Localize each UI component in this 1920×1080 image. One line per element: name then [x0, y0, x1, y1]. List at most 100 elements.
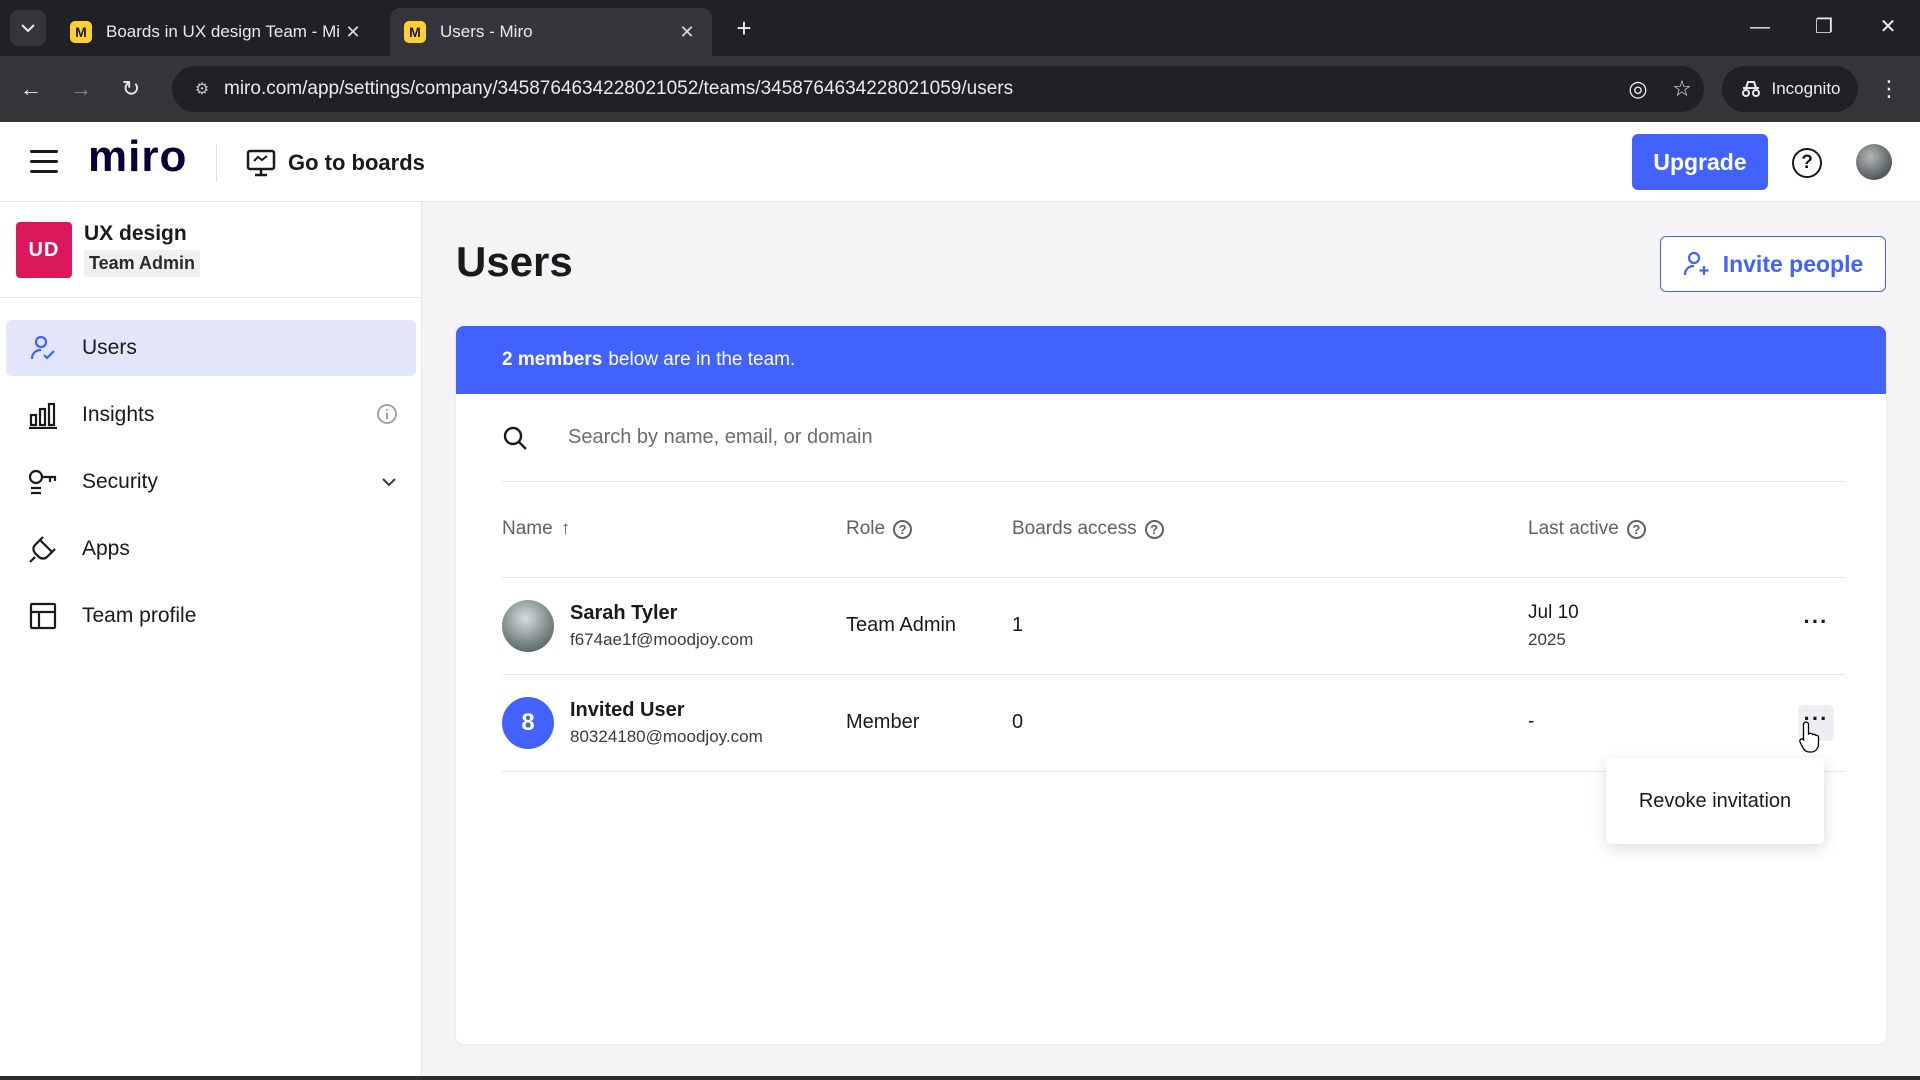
search-input[interactable]: [568, 426, 1468, 449]
header-divider: [216, 144, 217, 182]
sidebar: UD UX design Team Admin Users Insights S…: [0, 202, 422, 1080]
forward-arrow-icon[interactable]: →: [64, 72, 98, 106]
back-arrow-icon[interactable]: ←: [14, 72, 48, 106]
help-icon[interactable]: ?: [893, 519, 913, 539]
tab-title: Boards in UX design Team - Mi: [106, 22, 341, 41]
new-tab-icon[interactable]: +: [730, 14, 758, 42]
browser-tab-users[interactable]: M Users - Miro ✕: [390, 8, 712, 56]
user-name: Invited User: [570, 699, 685, 721]
window-close-icon[interactable]: ✕: [1868, 12, 1908, 42]
app-header: miro Go to boards Upgrade ?: [0, 122, 1920, 202]
help-icon[interactable]: ?: [1626, 519, 1646, 539]
avatar: 8: [502, 697, 554, 749]
minimize-icon[interactable]: —: [1740, 12, 1780, 42]
user-email: 80324180@moodjoy.com: [570, 727, 763, 746]
sidebar-item-label: Users: [82, 336, 137, 359]
user-name: Sarah Tyler: [570, 602, 678, 624]
avatar[interactable]: [1856, 144, 1892, 180]
page-title: Users: [456, 238, 573, 285]
sort-arrow-icon: ↑: [560, 518, 571, 539]
members-banner: 2 members below are in the team.: [456, 326, 1886, 394]
sidebar-item-team-profile[interactable]: Team profile: [6, 588, 416, 644]
team-role-badge: Team Admin: [84, 250, 201, 277]
members-banner-text: below are in the team.: [608, 349, 796, 370]
last-active-year: 2025: [1528, 630, 1566, 649]
search-row: [502, 394, 1844, 482]
plug-icon: [28, 534, 58, 564]
user-icon: [28, 333, 58, 363]
user-email: f674ae1f@moodjoy.com: [570, 630, 754, 649]
sidebar-item-label: Insights: [82, 403, 155, 426]
revoke-invitation-menu-item[interactable]: Revoke invitation: [1639, 790, 1791, 813]
sidebar-item-label: Apps: [82, 537, 130, 560]
boards-access-count: 1: [1012, 614, 1024, 636]
users-card: 2 members below are in the team. Name ↑ …: [456, 326, 1886, 1044]
sidebar-item-users[interactable]: Users: [6, 320, 416, 376]
incognito-icon: [1741, 81, 1760, 97]
last-active-date: -: [1528, 711, 1535, 732]
team-name: UX design: [84, 222, 187, 245]
info-icon[interactable]: [376, 403, 398, 431]
avatar: [502, 600, 554, 652]
column-label: Boards access: [1012, 518, 1137, 539]
upgrade-button[interactable]: Upgrade: [1632, 134, 1768, 190]
column-header-name[interactable]: Name ↑: [502, 518, 570, 540]
user-role[interactable]: Team Admin: [846, 614, 956, 637]
sidebar-item-insights[interactable]: Insights: [6, 387, 416, 443]
help-icon[interactable]: ?: [1144, 519, 1164, 539]
chevron-down-icon: [21, 23, 35, 32]
key-icon: [28, 467, 58, 497]
column-label: Role: [846, 518, 886, 539]
miro-favicon-icon: M: [70, 21, 92, 43]
team-header: UD UX design Team Admin: [0, 202, 422, 298]
close-icon[interactable]: ✕: [342, 22, 364, 43]
column-label: Last active: [1528, 518, 1619, 539]
tab-title: Users - Miro: [440, 22, 533, 41]
sidebar-item-label: Security: [82, 470, 158, 493]
invite-people-button[interactable]: Invite people: [1660, 236, 1886, 292]
address-bar[interactable]: ⚙ miro.com/app/settings/company/34587646…: [172, 66, 1704, 112]
incognito-label: Incognito: [1771, 79, 1841, 98]
browser-tab-bar: M Boards in UX design Team - Mi ✕ M User…: [0, 0, 1920, 56]
reload-icon[interactable]: ↻: [114, 72, 148, 106]
column-header-last-active: Last active ?: [1528, 518, 1646, 540]
table-header: Name ↑ Role ? Boards access ? Last activ…: [502, 482, 1844, 578]
add-user-icon: [1683, 251, 1709, 276]
user-role[interactable]: Member: [846, 711, 919, 734]
go-to-boards-label: Go to boards: [288, 150, 425, 175]
bottom-edge: [0, 1076, 1920, 1080]
board-icon: [246, 149, 276, 177]
hamburger-menu-icon[interactable]: [30, 150, 58, 174]
sidebar-item-security[interactable]: Security: [6, 454, 416, 510]
sidebar-nav: Users Insights Security Apps Team profil…: [0, 320, 422, 655]
miro-favicon-icon: M: [404, 21, 426, 43]
url-text: miro.com/app/settings/company/3458764634…: [224, 78, 1014, 99]
eye-off-icon[interactable]: ◎: [1616, 76, 1660, 102]
restore-icon[interactable]: ❐: [1804, 12, 1844, 42]
browser-tab-boards[interactable]: M Boards in UX design Team - Mi ✕: [56, 8, 378, 56]
sidebar-item-label: Team profile: [82, 604, 197, 627]
chevron-down-icon[interactable]: [380, 470, 398, 494]
browser-menu-icon[interactable]: ⋮: [1872, 72, 1906, 106]
search-icon: [502, 425, 532, 451]
star-icon[interactable]: ☆: [1660, 76, 1704, 102]
incognito-badge[interactable]: Incognito: [1722, 66, 1858, 112]
browser-toolbar: ← → ↻ ⚙ miro.com/app/settings/company/34…: [0, 56, 1920, 122]
members-count: 2 members: [502, 349, 603, 370]
sidebar-item-apps[interactable]: Apps: [6, 521, 416, 577]
hand-cursor-icon: [1799, 721, 1820, 753]
row-actions-menu: Revoke invitation: [1606, 758, 1824, 844]
bar-chart-icon: [28, 400, 58, 430]
last-active-date: Jul 10: [1528, 602, 1579, 623]
site-settings-icon[interactable]: ⚙: [180, 79, 224, 99]
column-header-boards-access: Boards access ?: [1012, 518, 1164, 540]
close-icon[interactable]: ✕: [676, 22, 698, 43]
help-icon[interactable]: ?: [1792, 148, 1822, 178]
invite-people-label: Invite people: [1722, 250, 1864, 277]
go-to-boards-button[interactable]: Go to boards: [246, 144, 425, 182]
more-options-icon[interactable]: ···: [1798, 608, 1834, 644]
miro-logo[interactable]: miro: [88, 132, 187, 182]
layout-icon: [28, 601, 58, 631]
column-label: Name: [502, 518, 553, 539]
tab-list-button[interactable]: [10, 10, 46, 46]
